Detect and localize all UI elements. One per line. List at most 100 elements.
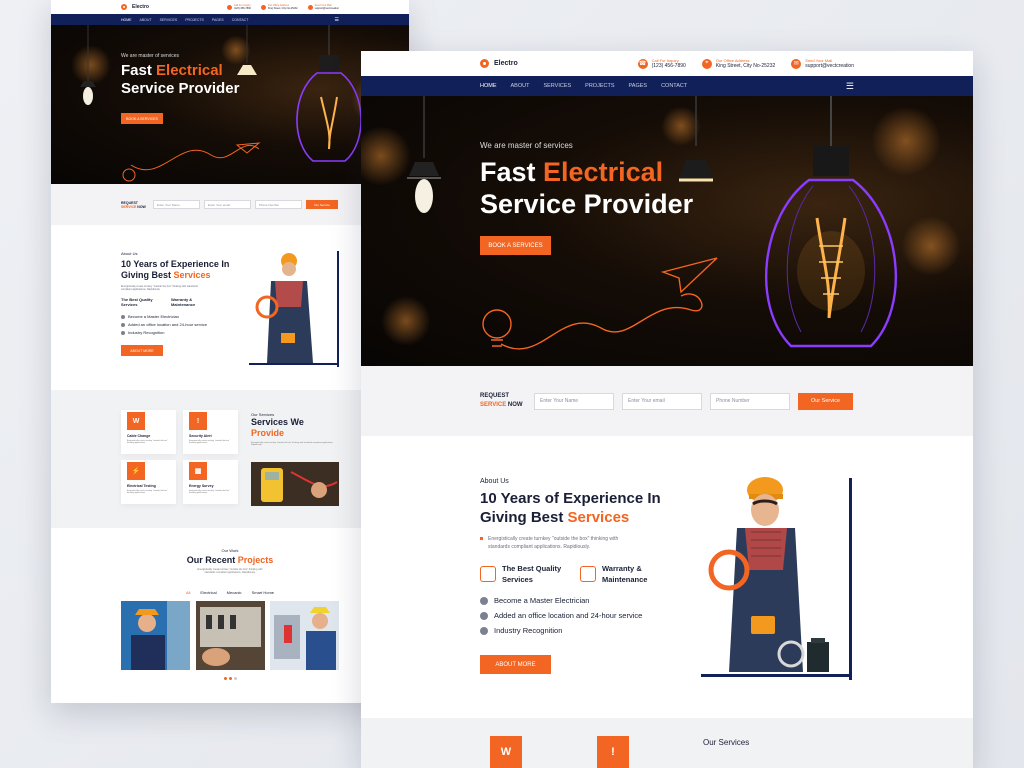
project-image[interactable] <box>270 601 339 670</box>
hero-section: We are master of services Fast Electrica… <box>361 96 973 366</box>
hero-title-line2: Service Provider <box>480 189 694 219</box>
service-desc: Energistically create turnkey "outside t… <box>189 490 230 494</box>
cable-icon: W <box>490 736 522 768</box>
nav-home[interactable]: HOME <box>480 83 497 89</box>
service-card[interactable]: ! Security Alert Energistically create t… <box>183 410 238 454</box>
menu-icon[interactable]: ☰ <box>335 17 339 23</box>
services-eyebrow: Our Services <box>703 738 750 747</box>
nav-about[interactable]: ABOUT <box>140 18 152 22</box>
hero-title: Fast Electrical Service Provider <box>121 62 239 98</box>
about-eyebrow: About Us <box>121 251 138 256</box>
hero-title-pre: Fast <box>121 62 157 79</box>
service-desc: Energistically create turnkey "outside t… <box>189 440 230 444</box>
nav-about[interactable]: ABOUT <box>511 83 530 89</box>
about-title-line1: 10 Years of Experience In <box>480 490 661 507</box>
contact-mail: Send Your Mail support@vectcreation <box>307 4 339 10</box>
hero-section: We are master of services Fast Electrica… <box>51 25 409 184</box>
pagination-dot[interactable] <box>228 677 232 680</box>
book-service-button[interactable]: BOOK A SERVICES <box>121 113 163 124</box>
about-title-accent: Services <box>567 509 630 526</box>
hero-title-pre: Fast <box>480 157 544 187</box>
phone-input[interactable]: Phone Number <box>710 392 790 410</box>
nav-pages[interactable]: PAGES <box>212 18 224 22</box>
check-icon <box>121 323 125 327</box>
filter-all[interactable]: All <box>186 590 190 595</box>
logo-text: Electro <box>494 60 518 67</box>
filter-mecanic[interactable]: Mecanic <box>227 590 242 595</box>
check-label: Become a Master Electrician <box>128 314 179 319</box>
projects-desc: Energistically create turnkey "outside t… <box>197 568 263 574</box>
our-service-button[interactable]: Our Service <box>798 392 853 410</box>
pagination-dot[interactable] <box>223 677 227 680</box>
hero-title: Fast Electrical Service Provider <box>480 156 693 220</box>
preview-page-full: Electro Call For Inquiry (123) 456-7890 O… <box>51 0 409 703</box>
testing-icon: ⚡ <box>127 462 145 480</box>
main-nav: HOME ABOUT SERVICES PROJECTS PAGES CONTA… <box>51 14 409 25</box>
about-description: Energistically create turnkey "outside t… <box>121 285 198 291</box>
about-description-row: Energistically create turnkey "outside t… <box>480 535 700 551</box>
filter-smart-home[interactable]: Smart Home <box>252 590 274 595</box>
nav-projects[interactable]: PROJECTS <box>585 83 614 89</box>
services-title-accent: Provide <box>251 428 285 438</box>
nav-home[interactable]: HOME <box>121 18 132 22</box>
about-title-line1: 10 Years of Experience In <box>121 259 230 269</box>
preview-page-zoomed: Electro ☎ Call For Inquiry (123) 456-7890… <box>361 51 973 768</box>
feature-warranty: Warranty & Maintenance <box>171 297 196 307</box>
contact-group: Call For Inquiry (123) 456-7890 Our Offic… <box>226 4 339 10</box>
our-service-button[interactable]: Our Service <box>306 200 338 209</box>
check-icon <box>480 626 488 635</box>
book-service-button[interactable]: BOOK A SERVICES <box>480 236 551 255</box>
alert-icon: ! <box>597 736 629 768</box>
cable-icon: W <box>127 412 145 430</box>
contact-value: support@vectcreation <box>805 63 854 69</box>
contact-phone: Call For Inquiry (123) 456-7890 <box>226 4 251 10</box>
name-input[interactable]: Enter Your Name <box>153 200 200 209</box>
request-form: REQUEST SERVICE NOW Enter Your Name Enter… <box>51 184 409 225</box>
hero-title-accent: Electrical <box>543 157 664 187</box>
request-line2-rest: NOW <box>136 204 146 209</box>
logo[interactable]: Electro <box>480 59 518 68</box>
service-title: Security Alert <box>189 434 212 438</box>
projects-eyebrow: Our Work <box>221 548 239 553</box>
contact-value: (123) 456-7890 <box>651 63 686 69</box>
service-card[interactable]: W Cable Change Energistically create tur… <box>121 410 176 454</box>
nav-projects[interactable]: PROJECTS <box>185 18 204 22</box>
nav-pages[interactable]: PAGES <box>629 83 648 89</box>
request-line1: REQUEST <box>480 393 510 399</box>
accent-bar <box>480 537 483 540</box>
pagination-dot[interactable] <box>233 677 237 680</box>
nav-contact[interactable]: CONTACT <box>661 83 687 89</box>
email-input[interactable]: Enter Your email <box>204 200 251 209</box>
service-title: Cable Change <box>127 434 151 438</box>
project-image[interactable] <box>121 601 190 670</box>
service-title: Energy Survey <box>189 484 214 488</box>
filter-electrical[interactable]: Electrical <box>200 590 216 595</box>
contact-address: Our Office Address King Street, City No-2… <box>260 4 298 10</box>
services-section: W ! Our Services <box>361 718 973 768</box>
nav-services[interactable]: SERVICES <box>160 18 178 22</box>
about-section: About Us 10 Years of Experience In Giving… <box>51 225 409 390</box>
phone-input[interactable]: Phone Number <box>255 200 302 209</box>
service-card[interactable]: ⚡ Electrical Testing Energistically crea… <box>121 460 176 504</box>
contact-value: (123) 456-7890 <box>233 7 251 10</box>
check-icon <box>121 331 125 335</box>
name-input[interactable]: Enter Your Name <box>534 392 614 410</box>
email-input[interactable]: Enter Your email <box>622 392 702 410</box>
check-item: Industry Recognition <box>121 329 241 337</box>
nav-services[interactable]: SERVICES <box>543 83 571 89</box>
services-title-pre: Services We <box>251 417 304 427</box>
location-icon: ⌖ <box>701 58 712 69</box>
menu-icon[interactable]: ☰ <box>846 81 854 92</box>
service-card[interactable]: ▦ Energy Survey Energistically create tu… <box>183 460 238 504</box>
about-more-button[interactable]: ABOUT MORE <box>480 655 551 674</box>
feature-quality: The Best Quality Services <box>121 297 153 307</box>
nav-contact[interactable]: CONTACT <box>232 18 249 22</box>
request-line2-accent: SERVICE <box>121 204 137 209</box>
check-item: Added an office location and 24-hour ser… <box>121 321 241 329</box>
project-image[interactable] <box>196 601 265 670</box>
hero-title-line2: Service Provider <box>121 80 240 97</box>
logo[interactable]: Electro <box>121 4 149 10</box>
about-title-accent: Services <box>173 270 211 280</box>
check-item: Become a Master Electrician <box>480 593 700 608</box>
about-more-button[interactable]: ABOUT MORE <box>121 345 163 356</box>
